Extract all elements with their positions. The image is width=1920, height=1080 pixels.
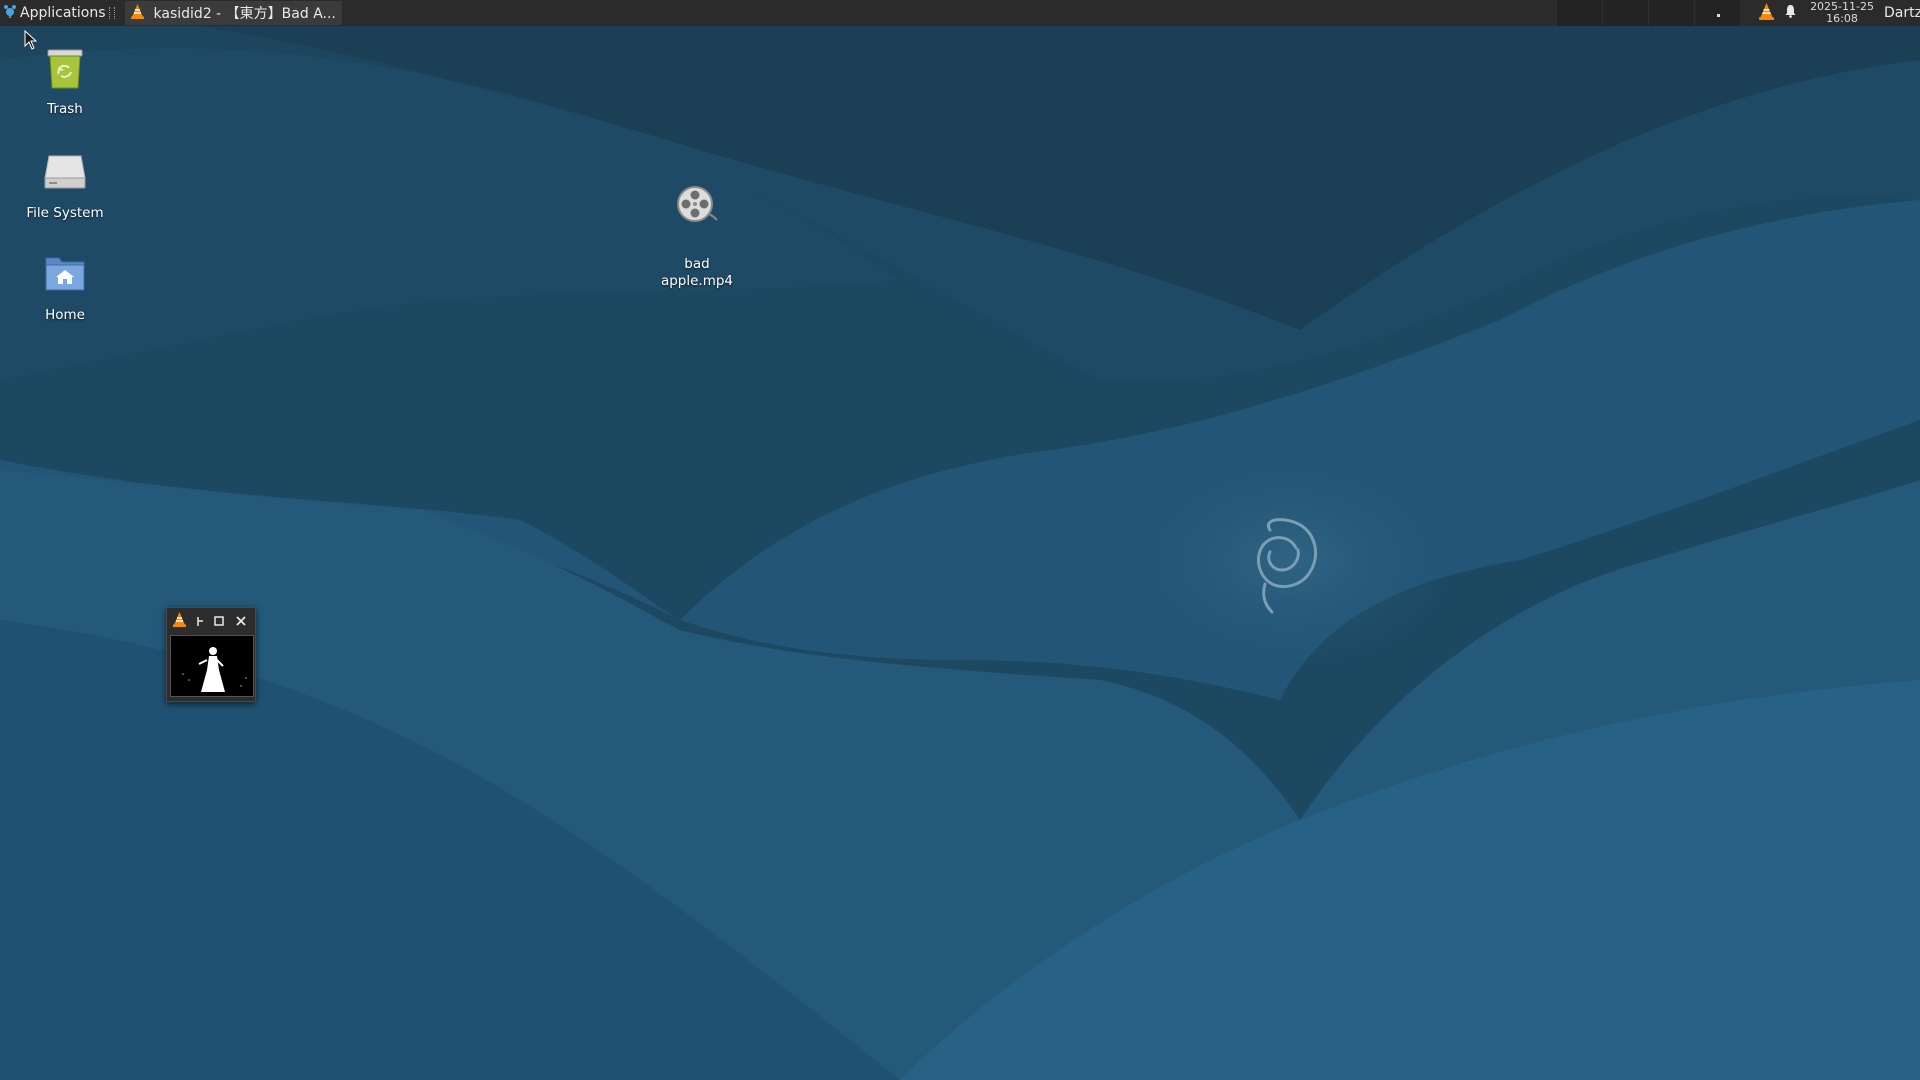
vlc-cone-icon [130,3,144,23]
desktop-icon-home[interactable]: Home [10,250,120,324]
notification-bell-icon[interactable] [1784,4,1797,22]
desktop-icon-trash[interactable]: Trash [10,44,120,118]
workspace-4[interactable] [1694,0,1741,26]
close-icon[interactable] [235,612,247,631]
vlc-mini-titlebar[interactable] [167,608,255,630]
taskbar-window-title: kasidid2 - 【東方】Bad A... [153,6,336,22]
trash-icon [10,44,120,97]
top-panel: Applications kasidid2 - 【東方】Bad A... 202… [0,0,1920,26]
workspace-2[interactable] [1602,0,1649,26]
applications-menu-button[interactable]: Applications [0,0,119,26]
maximize-icon[interactable] [213,612,225,631]
clock[interactable]: 2025-11-25 16:08 [1810,1,1874,25]
xfce-mouse-icon [3,4,17,22]
vlc-tray-icon[interactable] [1759,2,1774,24]
mouse-cursor-icon [24,30,38,50]
workspace-3[interactable] [1648,0,1695,26]
applications-label: Applications [20,5,106,21]
clock-time: 16:08 [1826,12,1858,25]
video-preview [170,635,254,697]
workspace-window-indicator [1717,14,1721,17]
home-folder-icon [10,250,120,303]
workspace-1[interactable] [1556,0,1603,26]
vlc-mini-window[interactable] [166,607,256,702]
desktop-icon-bad-apple-mp4[interactable]: bad apple.mp4 [642,148,752,290]
silhouette-figure [182,647,247,692]
panel-separator [108,7,115,19]
video-file-icon [642,165,752,235]
taskbar-vlc-window-button[interactable]: kasidid2 - 【東方】Bad A... [124,1,342,25]
debian-wallpaper [0,0,1920,1080]
drive-icon [10,148,120,201]
vlc-cone-icon [173,612,186,631]
minimize-icon[interactable] [197,612,205,631]
desktop-icon-label: bad apple.mp4 [660,256,734,289]
desktop-icon-file-system[interactable]: File System [10,148,120,222]
desktop-icon-label: Trash [47,101,83,117]
desktop[interactable]: Applications kasidid2 - 【東方】Bad A... 202… [0,0,1920,1080]
desktop-icon-label: Home [45,307,85,323]
system-tray [1754,2,1802,24]
user-name-label: Dartz [1884,5,1920,21]
desktop-icon-label: File System [26,205,104,221]
user-menu-button[interactable]: Dartz [1884,0,1920,26]
